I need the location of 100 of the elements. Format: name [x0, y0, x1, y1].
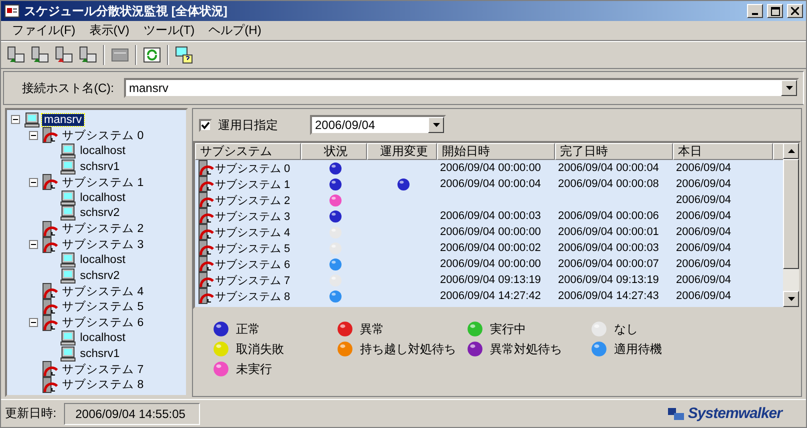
server-clock-icon — [42, 236, 58, 253]
tree-item[interactable]: サブシステム 7 — [60, 362, 146, 377]
checkbox-label: 運用日指定 — [218, 116, 278, 134]
legend-label: 実行中 — [490, 320, 526, 338]
server-clock-icon — [198, 272, 214, 288]
tree-item[interactable]: サブシステム 3 — [60, 237, 146, 252]
app-icon — [4, 3, 20, 19]
computer-icon — [60, 346, 76, 362]
collapse-icon[interactable] — [29, 318, 38, 328]
legend-label: 未実行 — [236, 360, 272, 378]
tree-item[interactable]: サブシステム 2 — [60, 221, 146, 236]
toolbar-server-icon[interactable] — [31, 46, 49, 64]
server-clock-icon — [42, 314, 58, 331]
table-cell-text: サブシステム 0 — [215, 162, 290, 176]
table-cell: 2006/09/04 — [676, 210, 732, 222]
tree-item[interactable]: サブシステム 1 — [60, 174, 146, 190]
table-cell-text: サブシステム 8 — [215, 290, 290, 304]
table-cell: 2006/09/04 00:00:07 — [558, 258, 659, 270]
status-value: 2006/09/04 14:55:05 — [64, 402, 200, 424]
table-cell: 2006/09/04 09:13:19 — [558, 274, 659, 286]
logo-icon — [666, 406, 686, 422]
server-clock-icon — [42, 220, 58, 237]
server-clock-icon — [198, 240, 214, 256]
tree-item[interactable]: schsrv1 — [78, 160, 122, 173]
logo-text: Systemwalker — [688, 405, 782, 422]
table-cell: 2006/09/04 — [676, 226, 732, 238]
tree-item[interactable]: schsrv1 — [78, 348, 122, 360]
table-cell: 2006/09/04 00:00:03 — [558, 242, 659, 254]
status-label: 更新日時: — [5, 405, 56, 422]
table-cell: 2006/09/04 00:00:00 — [440, 258, 541, 270]
maximize-button[interactable] — [767, 4, 783, 18]
collapse-icon[interactable] — [29, 240, 38, 250]
table-cell: 2006/09/04 00:00:04 — [558, 162, 659, 174]
tree-item[interactable]: サブシステム 4 — [60, 284, 146, 299]
server-clock-icon — [198, 160, 214, 176]
computer-icon — [24, 112, 40, 128]
table-cell: 2006/09/04 — [676, 178, 732, 190]
dropdown-arrow-icon — [786, 86, 792, 90]
table-cell: 2006/09/04 00:00:04 — [440, 178, 541, 190]
tree-item[interactable]: サブシステム 0 — [60, 128, 146, 143]
scrollbar[interactable] — [783, 143, 799, 307]
server-clock-icon — [42, 298, 58, 315]
toolbar-server-icon[interactable] — [79, 46, 97, 64]
tree-item[interactable]: schsrv2 — [78, 270, 122, 282]
legend-label: 正常 — [236, 320, 260, 338]
tree-item[interactable]: localhost — [78, 192, 128, 204]
menu-item[interactable]: ツール(T) — [136, 22, 202, 39]
toolbar-server-icon[interactable] — [55, 46, 73, 64]
server-clock-icon — [42, 127, 58, 144]
toolbar-window-icon[interactable] — [111, 46, 129, 64]
column-header[interactable]: 状況 — [301, 143, 367, 160]
close-button[interactable] — [787, 4, 803, 18]
column-header[interactable]: 本日 — [673, 143, 773, 160]
dropdown-arrow-icon — [432, 123, 440, 127]
server-clock-icon — [198, 208, 214, 224]
help-computer-icon[interactable] — [175, 46, 193, 64]
tree-item[interactable]: サブシステム 5 — [60, 299, 146, 314]
server-clock-icon — [198, 176, 214, 192]
server-clock-icon — [198, 192, 214, 208]
scroll-down-icon — [788, 297, 794, 301]
table-cell: 2006/09/04 — [676, 274, 732, 286]
computer-icon — [60, 268, 76, 284]
table-cell: 2006/09/04 — [676, 194, 732, 206]
column-header[interactable]: 開始日時 — [437, 143, 555, 160]
collapse-icon[interactable] — [29, 178, 38, 187]
table-cell: 2006/09/04 00:00:00 — [440, 226, 541, 238]
legend-label: 適用待機 — [614, 340, 662, 358]
tree-item[interactable]: localhost — [78, 332, 128, 344]
tree-item[interactable]: mansrv — [42, 114, 84, 126]
collapse-icon[interactable] — [11, 115, 20, 124]
table-cell: 2006/09/04 00:00:06 — [558, 210, 659, 222]
server-clock-icon — [42, 174, 58, 190]
column-header[interactable]: サブシステム — [195, 143, 301, 160]
tree-item[interactable]: schsrv2 — [78, 207, 122, 220]
menu-item[interactable]: 表示(V) — [82, 22, 136, 39]
table-cell: 2006/09/04 09:13:19 — [440, 274, 541, 286]
maximize-icon — [770, 6, 780, 16]
host-combo[interactable]: mansrv — [124, 78, 799, 98]
checkbox[interactable] — [199, 118, 212, 132]
table-cell: 2006/09/04 00:00:03 — [440, 210, 541, 222]
table-cell: 2006/09/04 — [676, 162, 732, 174]
menu-item[interactable]: ファイル(F) — [5, 22, 82, 39]
table-cell-text: サブシステム 4 — [215, 226, 290, 240]
host-label: 接続ホスト名(C): — [22, 80, 114, 96]
tree-item[interactable]: サブシステム 8 — [60, 377, 146, 392]
collapse-icon[interactable] — [29, 130, 38, 140]
table-cell-text: サブシステム 7 — [215, 274, 290, 288]
column-header[interactable]: 完了日時 — [555, 143, 673, 160]
computer-icon — [60, 158, 76, 175]
date-combo[interactable]: 2006/09/04 — [310, 115, 446, 135]
menu-item[interactable]: ヘルプ(H) — [202, 22, 268, 39]
scroll-up-icon — [788, 149, 794, 153]
minimize-button[interactable] — [747, 4, 763, 18]
tree-item[interactable]: localhost — [78, 144, 128, 157]
toolbar-server-icon[interactable] — [7, 46, 25, 64]
tree-item[interactable]: localhost — [78, 254, 128, 266]
tree-item[interactable]: サブシステム 6 — [60, 315, 146, 330]
computer-icon — [60, 252, 76, 268]
refresh-icon[interactable] — [143, 46, 161, 64]
column-header[interactable]: 運用変更 — [367, 143, 437, 160]
